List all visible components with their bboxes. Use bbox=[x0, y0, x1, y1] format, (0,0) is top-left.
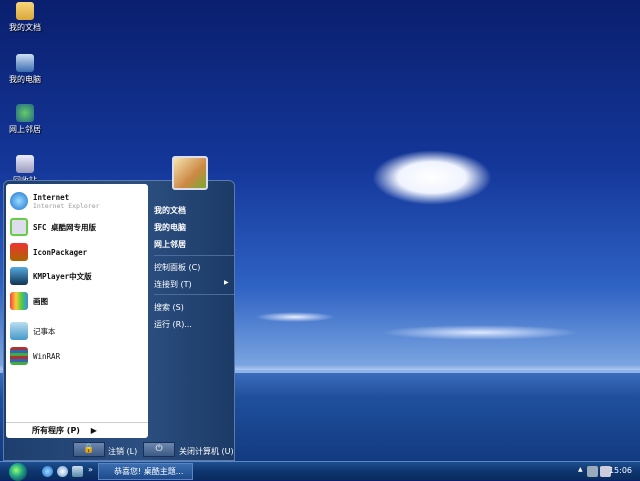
menu-item-iconpackager[interactable]: IconPackager bbox=[10, 241, 87, 263]
menu-network[interactable]: 网上邻居 bbox=[154, 239, 234, 250]
browser-icon[interactable] bbox=[57, 466, 68, 477]
start-button[interactable] bbox=[9, 463, 27, 481]
network-tray-icon[interactable] bbox=[587, 466, 598, 477]
menu-connect-to[interactable]: 连接到 (T) ▶ bbox=[154, 279, 234, 290]
menu-item-winrar[interactable]: WinRAR bbox=[10, 345, 60, 367]
sfc-icon bbox=[10, 218, 28, 236]
desktop-icon-my-computer[interactable]: 我的电脑 bbox=[2, 54, 48, 85]
kmplayer-icon bbox=[10, 267, 28, 285]
computer-icon bbox=[16, 54, 34, 72]
menu-control-panel[interactable]: 控制面板 (C) bbox=[154, 262, 234, 273]
logoff-button[interactable]: 🔒 bbox=[73, 442, 105, 457]
menu-item-paint[interactable]: 画图 bbox=[10, 290, 48, 312]
shutdown-button[interactable]: ⏻ bbox=[143, 442, 175, 457]
folder-icon bbox=[16, 2, 34, 20]
cloud bbox=[380, 325, 580, 340]
menu-item-sfc[interactable]: SFC 桌酷网专用版 bbox=[10, 216, 96, 238]
start-menu: Internet Internet Explorer SFC 桌酷网专用版 Ico… bbox=[3, 180, 235, 461]
lock-icon: 🔒 bbox=[83, 444, 95, 454]
menu-item-notepad[interactable]: 记事本 bbox=[10, 320, 56, 342]
taskbar-button[interactable]: 恭喜您! 桌酷主题... bbox=[98, 463, 193, 480]
cloud bbox=[372, 150, 492, 205]
arrow-right-icon: ▶ bbox=[224, 279, 229, 286]
pinned-programs: Internet Internet Explorer SFC 桌酷网专用版 Ico… bbox=[6, 184, 148, 438]
ie-icon[interactable] bbox=[42, 466, 53, 477]
notepad-icon bbox=[10, 322, 28, 340]
taskbar: » 恭喜您! 桌酷主题... ▲ 15:06 bbox=[0, 461, 640, 481]
clock[interactable]: 15:06 bbox=[609, 466, 632, 475]
menu-my-documents[interactable]: 我的文档 bbox=[154, 205, 234, 216]
divider bbox=[154, 255, 234, 256]
user-avatar[interactable] bbox=[172, 156, 208, 190]
iconpackager-icon bbox=[10, 243, 28, 261]
arrow-right-icon: ▶ bbox=[90, 426, 97, 435]
menu-search[interactable]: 搜索 (S) bbox=[154, 302, 234, 313]
quicklaunch-overflow[interactable]: » bbox=[88, 465, 93, 474]
network-icon bbox=[16, 104, 34, 122]
shutdown-label[interactable]: 关闭计算机 (U) bbox=[179, 446, 234, 457]
ie-icon bbox=[10, 192, 28, 210]
desktop-icon-my-documents[interactable]: 我的文档 bbox=[2, 2, 48, 33]
desktop-icon-network[interactable]: 网上邻居 bbox=[2, 104, 48, 135]
menu-item-internet[interactable]: Internet Internet Explorer bbox=[10, 190, 100, 212]
winrar-icon bbox=[10, 347, 28, 365]
tray-expand-icon[interactable]: ▲ bbox=[578, 466, 583, 473]
desktop-icon[interactable] bbox=[72, 466, 83, 477]
paint-icon bbox=[10, 292, 28, 310]
all-programs-button[interactable]: 所有程序 (P) ▶ bbox=[6, 422, 148, 438]
menu-my-computer[interactable]: 我的电脑 bbox=[154, 222, 234, 233]
recycle-bin-icon bbox=[16, 155, 34, 173]
menu-run[interactable]: 运行 (R)... bbox=[154, 319, 234, 330]
divider bbox=[154, 294, 234, 295]
logoff-label[interactable]: 注销 (L) bbox=[108, 446, 137, 457]
menu-item-kmplayer[interactable]: KMPlayer中文版 bbox=[10, 265, 92, 287]
cloud bbox=[255, 312, 335, 322]
power-icon: ⏻ bbox=[155, 444, 163, 454]
